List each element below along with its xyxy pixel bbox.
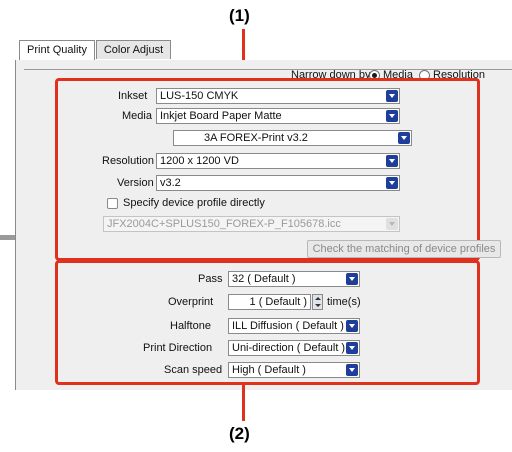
check-matching-button[interactable]: Check the matching of device profiles bbox=[307, 240, 501, 258]
inkset-dropdown[interactable]: LUS-150 CMYK bbox=[156, 88, 400, 104]
chevron-up-icon[interactable] bbox=[315, 297, 321, 300]
chevron-down-icon bbox=[386, 218, 398, 230]
profile-dropdown[interactable]: 3A FOREX-Print v3.2 bbox=[173, 130, 412, 146]
callout-label-2: (2) bbox=[229, 424, 250, 443]
tab-color-adjust[interactable]: Color Adjust bbox=[96, 40, 171, 59]
media-label: Media bbox=[122, 110, 152, 122]
tab-print-quality[interactable]: Print Quality bbox=[19, 40, 95, 61]
version-value: v3.2 bbox=[160, 177, 181, 189]
version-label: Version bbox=[117, 177, 154, 189]
profile-value: 3A FOREX-Print v3.2 bbox=[204, 132, 308, 144]
media-value: Inkjet Board Paper Matte bbox=[160, 110, 282, 122]
resolution-value: 1200 x 1200 VD bbox=[160, 155, 239, 167]
inkset-value: LUS-150 CMYK bbox=[160, 90, 239, 102]
pass-value: 32 ( Default ) bbox=[232, 273, 296, 285]
chevron-down-icon bbox=[386, 110, 398, 122]
halftone-value: ILL Diffusion ( Default ) bbox=[232, 320, 344, 332]
profile-file-value: JFX2004C+SPLUS150_FOREX-P_F105678.icc bbox=[107, 218, 341, 230]
chevron-down-icon bbox=[346, 342, 358, 354]
halftone-label: Halftone bbox=[170, 320, 211, 332]
pass-dropdown[interactable]: 32 ( Default ) bbox=[228, 271, 360, 287]
specify-profile-checkbox[interactable] bbox=[107, 198, 118, 209]
chevron-down-icon bbox=[386, 177, 398, 189]
print-direction-label: Print Direction bbox=[143, 342, 213, 354]
callout-label-1: (1) bbox=[229, 6, 250, 25]
resolution-label: Resolution bbox=[102, 155, 154, 167]
chevron-down-icon bbox=[346, 364, 358, 376]
chevron-down-icon[interactable] bbox=[315, 304, 321, 307]
scan-speed-label: Scan speed bbox=[164, 364, 223, 376]
tab-strip: Print Quality Color Adjust bbox=[15, 40, 512, 61]
print-direction-value: Uni-direction ( Default ) bbox=[232, 342, 346, 354]
chevron-down-icon bbox=[386, 90, 398, 102]
inkset-label: Inkset bbox=[118, 90, 148, 102]
chevron-down-icon bbox=[346, 320, 358, 332]
scan-speed-value: High ( Default ) bbox=[232, 364, 306, 376]
callout-box-1 bbox=[55, 78, 480, 261]
overprint-stepper[interactable] bbox=[312, 294, 323, 310]
overprint-input[interactable]: 1 ( Default ) bbox=[228, 294, 311, 310]
overprint-label: Overprint bbox=[168, 296, 214, 308]
specify-profile-label: Specify device profile directly bbox=[123, 197, 265, 209]
media-dropdown[interactable]: Inkjet Board Paper Matte bbox=[156, 108, 400, 124]
pass-label: Pass bbox=[198, 273, 223, 285]
chevron-down-icon bbox=[386, 155, 398, 167]
overprint-unit: time(s) bbox=[327, 296, 361, 308]
version-dropdown[interactable]: v3.2 bbox=[156, 175, 400, 191]
scan-speed-dropdown[interactable]: High ( Default ) bbox=[228, 362, 360, 378]
chevron-down-icon bbox=[398, 132, 410, 144]
halftone-dropdown[interactable]: ILL Diffusion ( Default ) bbox=[228, 318, 360, 334]
print-direction-dropdown[interactable]: Uni-direction ( Default ) bbox=[228, 340, 360, 356]
chevron-down-icon bbox=[346, 273, 358, 285]
profile-file-dropdown[interactable]: JFX2004C+SPLUS150_FOREX-P_F105678.icc bbox=[103, 216, 400, 232]
resolution-dropdown[interactable]: 1200 x 1200 VD bbox=[156, 153, 400, 169]
callout-line-2 bbox=[242, 385, 245, 421]
